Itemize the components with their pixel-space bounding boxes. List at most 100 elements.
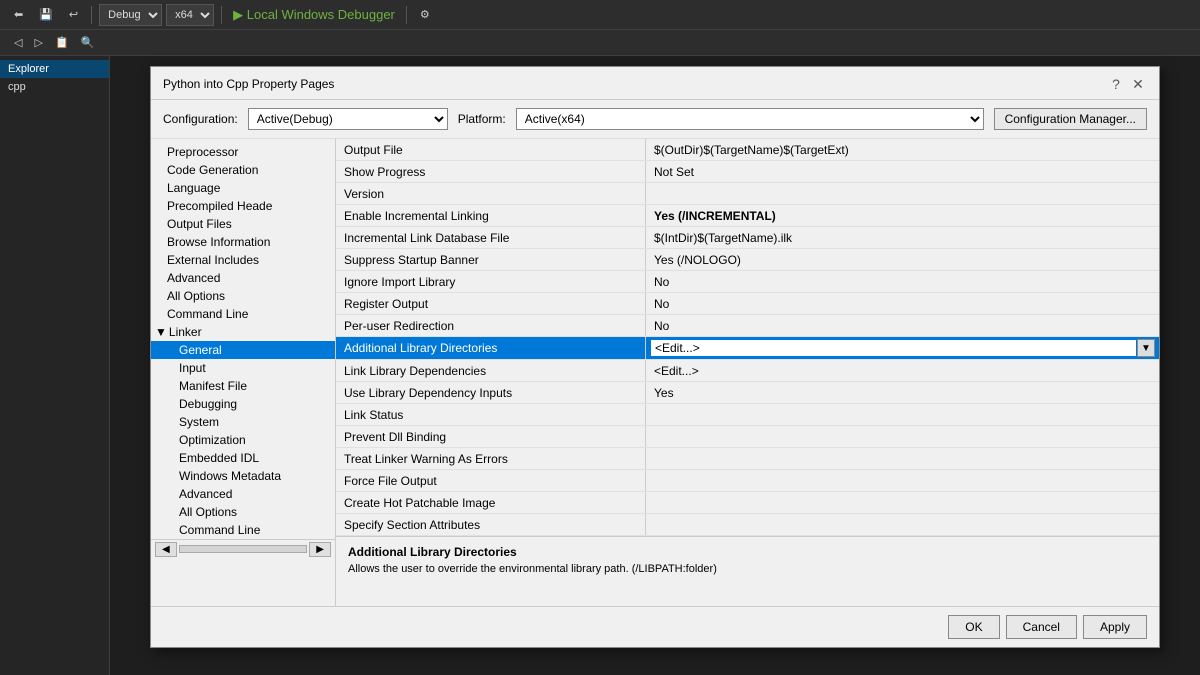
tree-item[interactable]: General bbox=[151, 341, 335, 359]
sidebar-item-cpp[interactable]: cpp bbox=[0, 78, 109, 96]
prop-name-cell: Force File Output bbox=[336, 470, 646, 491]
prop-name-cell: Link Library Dependencies bbox=[336, 360, 646, 381]
prop-value-cell bbox=[646, 492, 1159, 513]
table-row[interactable]: Suppress Startup BannerYes (/NOLOGO) bbox=[336, 249, 1159, 271]
table-row[interactable]: Treat Linker Warning As Errors bbox=[336, 448, 1159, 470]
scroll-right-btn[interactable]: ▶ bbox=[309, 542, 331, 557]
toolbar2-btn1[interactable]: ◁ bbox=[8, 34, 28, 51]
table-row[interactable]: Link Status bbox=[336, 404, 1159, 426]
prop-edit-input[interactable] bbox=[650, 339, 1137, 357]
prop-value-cell bbox=[646, 448, 1159, 469]
tree-item[interactable]: Command Line bbox=[151, 305, 335, 323]
prop-value-cell: Yes (/INCREMENTAL) bbox=[646, 205, 1159, 226]
prop-value-cell: No bbox=[646, 315, 1159, 336]
tree-item[interactable]: External Includes bbox=[151, 251, 335, 269]
toolbar-extra[interactable]: ⚙ bbox=[414, 6, 436, 23]
platform-select[interactable]: Active(x64) bbox=[516, 108, 984, 130]
prop-value-cell: No bbox=[646, 293, 1159, 314]
tree-item[interactable]: Preprocessor bbox=[151, 143, 335, 161]
property-pages-dialog: Python into Cpp Property Pages ? ✕ Confi… bbox=[150, 66, 1160, 648]
prop-name-cell: Suppress Startup Banner bbox=[336, 249, 646, 270]
tree-item[interactable]: Windows Metadata bbox=[151, 467, 335, 485]
tree-item-label: All Options bbox=[179, 505, 237, 519]
tree-item[interactable]: Browse Information bbox=[151, 233, 335, 251]
table-row[interactable]: Create Hot Patchable Image bbox=[336, 492, 1159, 514]
apply-button[interactable]: Apply bbox=[1083, 615, 1147, 639]
tree-item[interactable]: Advanced bbox=[151, 485, 335, 503]
sidebar-item-explorer[interactable]: Explorer bbox=[0, 60, 109, 78]
tree-item[interactable]: Embedded IDL bbox=[151, 449, 335, 467]
dialog-controls: ? ✕ bbox=[1107, 75, 1147, 93]
table-row[interactable]: Version bbox=[336, 183, 1159, 205]
tree-item[interactable]: Manifest File bbox=[151, 377, 335, 395]
tree-item[interactable]: Code Generation bbox=[151, 161, 335, 179]
scrollbar-thumb[interactable] bbox=[179, 545, 308, 553]
tree-item[interactable]: Advanced bbox=[151, 269, 335, 287]
prop-dropdown-btn[interactable]: ▼ bbox=[1137, 339, 1155, 357]
table-row[interactable]: Enable Incremental LinkingYes (/INCREMEN… bbox=[336, 205, 1159, 227]
table-row[interactable]: Per-user RedirectionNo bbox=[336, 315, 1159, 337]
table-row[interactable]: Specify Section Attributes bbox=[336, 514, 1159, 536]
dialog-overlay: Python into Cpp Property Pages ? ✕ Confi… bbox=[110, 56, 1200, 675]
prop-value-cell: $(IntDir)$(TargetName).ilk bbox=[646, 227, 1159, 248]
toolbar2-btn4[interactable]: 🔍 bbox=[75, 34, 101, 51]
tree-item[interactable]: Debugging bbox=[151, 395, 335, 413]
table-row[interactable]: Incremental Link Database File$(IntDir)$… bbox=[336, 227, 1159, 249]
ok-button[interactable]: OK bbox=[948, 615, 999, 639]
prop-name-cell: Output File bbox=[336, 139, 646, 160]
config-select[interactable]: Active(Debug) bbox=[248, 108, 448, 130]
prop-name-cell: Incremental Link Database File bbox=[336, 227, 646, 248]
table-row[interactable]: Prevent Dll Binding bbox=[336, 426, 1159, 448]
table-row[interactable]: Additional Library Directories ▼ bbox=[336, 337, 1159, 360]
tree-item[interactable]: System bbox=[151, 413, 335, 431]
prop-name-cell: Show Progress bbox=[336, 161, 646, 182]
tree-group-header[interactable]: ▼ Linker bbox=[151, 323, 335, 341]
table-row[interactable]: Force File Output bbox=[336, 470, 1159, 492]
toolbar-back[interactable]: ⬅ bbox=[8, 6, 29, 23]
description-text: Allows the user to override the environm… bbox=[348, 563, 1147, 575]
dialog-close-button[interactable]: ✕ bbox=[1129, 75, 1147, 93]
tree-item-label: Precompiled Heade bbox=[167, 199, 272, 213]
platform-select[interactable]: x64 bbox=[166, 4, 214, 26]
config-manager-button[interactable]: Configuration Manager... bbox=[994, 108, 1147, 130]
prop-name-cell: Create Hot Patchable Image bbox=[336, 492, 646, 513]
toolbar2-btn3[interactable]: 📋 bbox=[49, 34, 75, 51]
prop-name-cell: Prevent Dll Binding bbox=[336, 426, 646, 447]
tree-item-label: Optimization bbox=[179, 433, 246, 447]
tree-item[interactable]: Precompiled Heade bbox=[151, 197, 335, 215]
prop-value-cell bbox=[646, 514, 1159, 535]
cancel-button[interactable]: Cancel bbox=[1006, 615, 1077, 639]
prop-name-cell: Link Status bbox=[336, 404, 646, 425]
table-row[interactable]: Use Library Dependency InputsYes bbox=[336, 382, 1159, 404]
table-row[interactable]: Link Library Dependencies<Edit...> bbox=[336, 360, 1159, 382]
tree-item-label: Language bbox=[167, 181, 220, 195]
tree-item[interactable]: Optimization bbox=[151, 431, 335, 449]
dialog-help-button[interactable]: ? bbox=[1107, 75, 1125, 93]
tree-item[interactable]: All Options bbox=[151, 503, 335, 521]
prop-value-cell: Yes bbox=[646, 382, 1159, 403]
prop-value-cell: No bbox=[646, 271, 1159, 292]
prop-value-cell: $(OutDir)$(TargetName)$(TargetExt) bbox=[646, 139, 1159, 160]
scroll-left-btn[interactable]: ◀ bbox=[155, 542, 177, 557]
prop-name-cell: Per-user Redirection bbox=[336, 315, 646, 336]
tree-item-label: General bbox=[179, 343, 222, 357]
tree-item[interactable]: Language bbox=[151, 179, 335, 197]
tree-item[interactable]: Input bbox=[151, 359, 335, 377]
table-row[interactable]: Output File$(OutDir)$(TargetName)$(Targe… bbox=[336, 139, 1159, 161]
tree-item[interactable]: Command Line bbox=[151, 521, 335, 539]
table-row[interactable]: Ignore Import LibraryNo bbox=[336, 271, 1159, 293]
table-row[interactable]: Register OutputNo bbox=[336, 293, 1159, 315]
tree-item-label: Command Line bbox=[179, 523, 260, 537]
toolbar-save[interactable]: 💾 bbox=[33, 6, 59, 23]
table-row[interactable]: Show ProgressNot Set bbox=[336, 161, 1159, 183]
toolbar-undo[interactable]: ↩ bbox=[63, 6, 84, 23]
debug-select[interactable]: Debug bbox=[99, 4, 162, 26]
tree-item-label: Preprocessor bbox=[167, 145, 238, 159]
prop-name-cell: Version bbox=[336, 183, 646, 204]
run-button[interactable]: ▶ Local Windows Debugger bbox=[229, 7, 399, 23]
prop-value-cell[interactable]: ▼ bbox=[646, 337, 1159, 359]
toolbar2-btn2[interactable]: ▷ bbox=[28, 34, 48, 51]
tree-item[interactable]: All Options bbox=[151, 287, 335, 305]
tree-item[interactable]: Output Files bbox=[151, 215, 335, 233]
tree-item-label: Embedded IDL bbox=[179, 451, 259, 465]
